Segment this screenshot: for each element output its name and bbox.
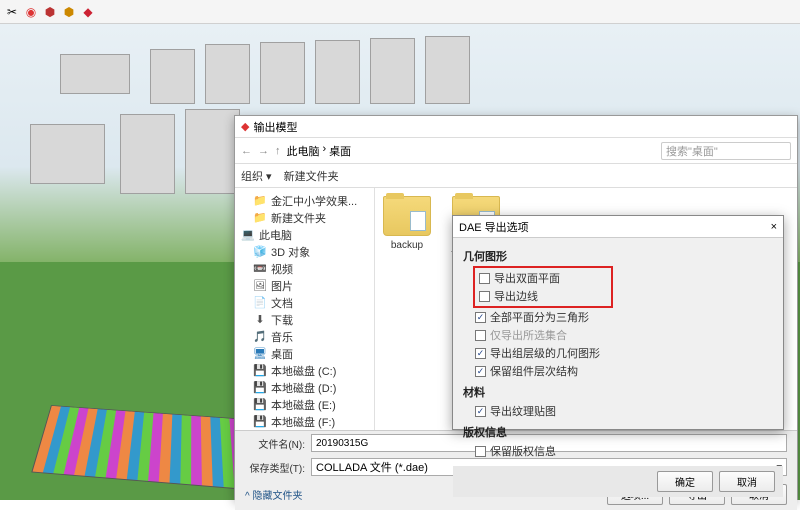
section-material: 材料	[463, 384, 773, 400]
section-geometry: 几何图形	[463, 248, 773, 264]
new-folder-button[interactable]: 新建文件夹	[284, 168, 339, 184]
tree-item[interactable]: 📁金汇中小学效果...	[235, 192, 374, 209]
options-cancel-button[interactable]: 取消	[719, 471, 775, 492]
dialog-title: 输出模型	[253, 119, 297, 135]
tree-item[interactable]: 🎵音乐	[235, 328, 374, 345]
highlighted-options: 导出双面平面 导出边线	[473, 266, 613, 308]
tree-item[interactable]: 💾本地磁盘 (D:)	[235, 379, 374, 396]
close-icon[interactable]: ×	[771, 221, 777, 233]
folder-item[interactable]: backup	[383, 196, 431, 251]
color-wheel-icon[interactable]: ◉	[23, 4, 39, 20]
command-bar: 组织 ▾ 新建文件夹	[235, 164, 797, 188]
hide-folders-toggle[interactable]: ^ 隐藏文件夹	[235, 485, 312, 505]
app-icon: ◆	[241, 120, 249, 133]
tree-item[interactable]: ⬇下载	[235, 311, 374, 328]
tree-item[interactable]: 💾本地磁盘 (F:)	[235, 413, 374, 430]
checkbox-texture[interactable]	[475, 406, 486, 417]
options-title-bar[interactable]: DAE 导出选项 ×	[453, 216, 783, 238]
checkbox-faces[interactable]	[479, 273, 490, 284]
scissors-icon[interactable]: ✂	[4, 4, 20, 20]
filename-label: 文件名(N):	[245, 436, 305, 451]
tree-item[interactable]: 💻此电脑	[235, 226, 374, 243]
nav-up-icon[interactable]: ↑	[275, 145, 281, 157]
tree-item[interactable]: 🧊3D 对象	[235, 243, 374, 260]
cube-tex-icon[interactable]: ⬢	[61, 4, 77, 20]
ok-button[interactable]: 确定	[657, 471, 713, 492]
tree-item[interactable]: 💾本地磁盘 (E:)	[235, 396, 374, 413]
search-input[interactable]: 搜索"桌面"	[661, 142, 791, 160]
tree-item[interactable]: 💾本地磁盘 (C:)	[235, 362, 374, 379]
organize-menu[interactable]: 组织 ▾	[241, 168, 272, 184]
checkbox-preserve[interactable]	[475, 366, 486, 377]
filetype-label: 保存类型(T):	[245, 460, 305, 475]
checkbox-edges[interactable]	[479, 291, 490, 302]
tree-item[interactable]: 📁新建文件夹	[235, 209, 374, 226]
main-toolbar: ✂ ◉ ⬢ ⬢ ◆	[0, 0, 800, 24]
cube-red-icon[interactable]: ⬢	[42, 4, 58, 20]
checkbox-hierarchy[interactable]	[475, 348, 486, 359]
breadcrumb[interactable]: 此电脑› 桌面	[287, 143, 656, 159]
dialog-title-bar[interactable]: ◆ 输出模型	[235, 116, 797, 138]
nav-back-icon[interactable]: ←	[241, 145, 252, 157]
checkbox-hidden	[475, 330, 486, 341]
checkbox-triangulate[interactable]	[475, 312, 486, 323]
section-credit: 版权信息	[463, 424, 773, 440]
folder-tree[interactable]: 📁金汇中小学效果...📁新建文件夹💻此电脑🧊3D 对象📼视频🖼图片📄文档⬇下载🎵…	[235, 188, 375, 430]
gem-icon[interactable]: ◆	[80, 4, 96, 20]
tree-item[interactable]: 🖼图片	[235, 277, 374, 294]
dae-options-dialog: DAE 导出选项 × 几何图形 导出双面平面 导出边线 全部平面分为三角形 仅导…	[452, 215, 784, 430]
tree-item[interactable]: 📼视频	[235, 260, 374, 277]
address-bar: ← → ↑ 此电脑› 桌面 搜索"桌面"	[235, 138, 797, 164]
checkbox-credit[interactable]	[475, 446, 486, 457]
tree-item[interactable]: 📄文档	[235, 294, 374, 311]
tree-item[interactable]: 🖥桌面	[235, 345, 374, 362]
nav-fwd-icon[interactable]: →	[258, 145, 269, 157]
options-title: DAE 导出选项	[459, 219, 529, 235]
